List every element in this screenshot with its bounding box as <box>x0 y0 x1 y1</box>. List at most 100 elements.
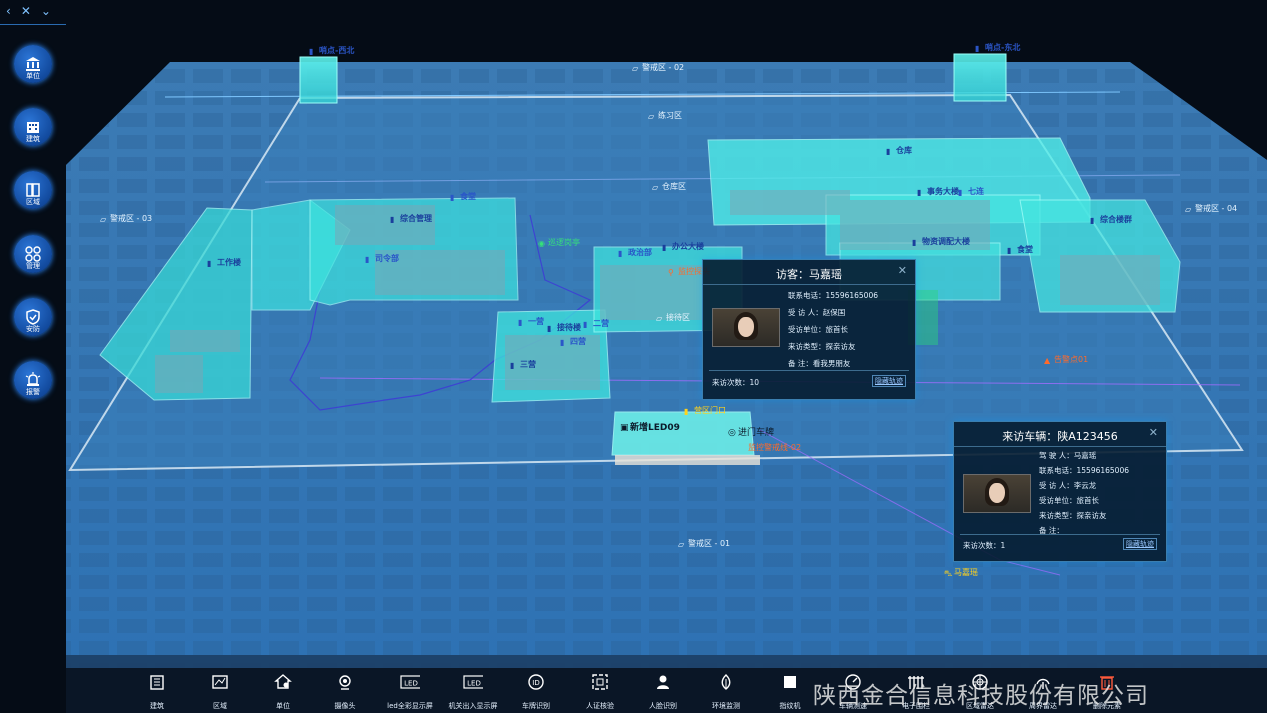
visitor-info-popup: 访客：马嘉瑶 ✕ 联系电话：15596165006 受 访 人：赵保国 受访单位… <box>702 259 916 400</box>
zone-icon: ▱ <box>652 182 659 192</box>
unit-row: 受访单位：旅首长 <box>1039 496 1099 505</box>
sentry-nw-label[interactable]: ▮ 哨点-西北 <box>309 45 354 56</box>
building-pin-icon: ▮ <box>662 242 667 252</box>
building-pin-icon: ▮ <box>917 187 922 197</box>
hq-label[interactable]: ▮ 司令部 <box>365 253 399 264</box>
visit-count: 来访次数：1 <box>963 541 1006 550</box>
building-pin-icon: ▮ <box>560 337 565 347</box>
driver-row: 驾 驶 人：马嘉瑶 <box>1039 451 1097 460</box>
face-icon <box>653 672 673 692</box>
type-row: 来访类型：探亲访友 <box>1039 511 1107 520</box>
led-icon: ▣ <box>620 422 629 433</box>
zone-01-label[interactable]: ▱ 警戒区 - 01 <box>678 538 730 549</box>
dispatch-building-label[interactable]: ▮ 物资调配大楼 <box>912 236 970 247</box>
chevron-down-icon[interactable]: ⌄ <box>41 4 51 18</box>
building-pin-icon: ▮ <box>912 237 917 247</box>
sidebar-item-manage[interactable]: 管理 <box>12 235 54 293</box>
close-icon[interactable]: ✕ <box>1149 426 1158 439</box>
politics-dept-label[interactable]: ▮ 政治部 <box>618 247 652 258</box>
comprehensive-mgmt-label[interactable]: ▮ 综合管理 <box>390 213 432 224</box>
tool-camera[interactable]: 摄像头 <box>315 668 375 713</box>
sidebar-item-label: 管理 <box>26 262 40 270</box>
gate-warning-line-label[interactable]: 监控警戒线-02 <box>748 442 801 453</box>
seventh-company-label[interactable]: ▮ 七连 <box>958 186 984 197</box>
vehicle-info-popup: 来访车辆：陕A123456 ✕ 驾 驶 人：马嘉瑶 联系电话：155961650… <box>953 421 1167 562</box>
led-screen-label[interactable]: ▣ 新增LED09 <box>620 420 680 434</box>
zone-icon: ▱ <box>656 313 663 323</box>
building-pin-icon: ▮ <box>547 323 552 333</box>
popup-divider <box>960 534 1160 535</box>
second-battalion-label[interactable]: ▮ 二营 <box>583 318 609 329</box>
building-pin-icon: ▮ <box>309 46 314 56</box>
id-check-icon <box>590 672 610 692</box>
close-icon[interactable]: ✕ <box>898 264 907 277</box>
building-pin-icon: ▮ <box>518 317 523 327</box>
zone-02-label[interactable]: ▱ 警戒区 - 02 <box>632 62 684 73</box>
car-icon: ⛍ <box>944 568 953 578</box>
sidebar-item-label: 报警 <box>26 388 40 396</box>
tool-id-verify[interactable]: 人证核验 <box>570 668 630 713</box>
zone-icon: ▱ <box>100 214 107 224</box>
top-nav: ‹ ✕ ⌄ <box>6 4 51 18</box>
building-pin-icon: ▮ <box>684 406 689 416</box>
svg-text:LED: LED <box>404 680 418 688</box>
popup-title: 来访车辆：陕A123456 <box>954 422 1166 447</box>
cafeteria-label[interactable]: ▮ 食堂 <box>450 191 476 202</box>
affairs-building-label[interactable]: ▮ 事务大楼 <box>917 186 959 197</box>
nav-divider <box>0 24 66 25</box>
gate-area-label[interactable]: ▮ 营区门口 <box>684 405 726 416</box>
comprehensive-group-label[interactable]: ▮ 综合楼群 <box>1090 214 1132 225</box>
camera-icon <box>335 672 355 692</box>
sidebar-item-building[interactable]: 建筑 <box>12 108 54 166</box>
phone-row: 联系电话：15596165006 <box>788 291 878 300</box>
reception-building-label[interactable]: ▮ 接待楼 <box>547 322 581 333</box>
fingerprint-icon <box>780 672 800 692</box>
tool-region[interactable]: 区域 <box>190 668 250 713</box>
canteen-label[interactable]: ▮ 食堂 <box>1007 244 1033 255</box>
svg-text:LED: LED <box>467 680 481 688</box>
tool-plate-recognition[interactable]: ID 车牌识别 <box>506 668 566 713</box>
tool-led-full-color[interactable]: LED led全彩显示屏 <box>380 668 440 713</box>
zone-04-label[interactable]: ▱ 警戒区 - 04 <box>1185 203 1237 214</box>
hide-track-button[interactable]: 隐藏轨迹 <box>872 375 906 387</box>
sentry-ne-label[interactable]: ▮ 哨点-东北 <box>975 42 1020 53</box>
first-battalion-label[interactable]: ▮ 一营 <box>518 316 544 327</box>
warehouse-zone-label[interactable]: ▱ 仓库区 <box>652 181 686 192</box>
sidebar-item-security[interactable]: 安防 <box>12 298 54 356</box>
sidebar-item-alarm[interactable]: 报警 <box>12 361 54 419</box>
tool-unit[interactable]: 单位 <box>253 668 313 713</box>
led-icon: LED <box>463 672 483 692</box>
sidebar-item-region[interactable]: 区域 <box>12 171 54 229</box>
building-pin-icon: ▮ <box>1090 215 1095 225</box>
tool-led-entry[interactable]: LED 机关出入显示屏 <box>443 668 503 713</box>
sidebar-item-unit[interactable]: 单位 <box>12 45 54 103</box>
tool-building[interactable]: 建筑 <box>127 668 187 713</box>
unit-row: 受访单位：旅首长 <box>788 325 848 334</box>
building-pin-icon: ▮ <box>1007 245 1012 255</box>
tool-environment[interactable]: 环境监测 <box>696 668 756 713</box>
tool-fingerprint[interactable]: 指纹机 <box>760 668 820 713</box>
reception-area-label[interactable]: ▱ 接待区 <box>656 312 690 323</box>
warehouse-label[interactable]: ▮ 仓库 <box>886 145 912 156</box>
training-zone-label[interactable]: ▱ 练习区 <box>648 110 682 121</box>
building-pin-icon: ▮ <box>618 248 623 258</box>
tool-face-recognition[interactable]: 人脸识别 <box>633 668 693 713</box>
hide-track-button[interactable]: 隐藏轨迹 <box>1123 538 1157 550</box>
alert-point-label[interactable]: ▲ 告警点01 <box>1044 354 1088 365</box>
type-row: 来访类型：探亲访友 <box>788 342 856 351</box>
visitor-car-marker[interactable]: ⛍ 马嘉瑶 <box>944 567 978 578</box>
zone-icon: ▱ <box>678 539 685 549</box>
patrol-booth-label[interactable]: ◉ 巡逻岗亭 <box>538 237 580 248</box>
entry-plate-label[interactable]: ◎ 进门车牌 <box>728 425 774 439</box>
collapse-icon[interactable]: ✕ <box>21 4 31 18</box>
svg-text:ID: ID <box>532 679 539 687</box>
office-building-label[interactable]: ▮ 办公大楼 <box>662 241 704 252</box>
third-battalion-label[interactable]: ▮ 三营 <box>510 359 536 370</box>
building-pin-icon: ▮ <box>583 319 588 329</box>
building-pin-icon: ▮ <box>450 192 455 202</box>
zone-03-label[interactable]: ▱ 警戒区 - 03 <box>100 213 152 224</box>
workshop-label[interactable]: ▮ 工作楼 <box>207 257 241 268</box>
back-chevron-icon[interactable]: ‹ <box>6 4 11 18</box>
building-pin-icon: ▮ <box>207 258 212 268</box>
fourth-battalion-label[interactable]: ▮ 四营 <box>560 336 586 347</box>
